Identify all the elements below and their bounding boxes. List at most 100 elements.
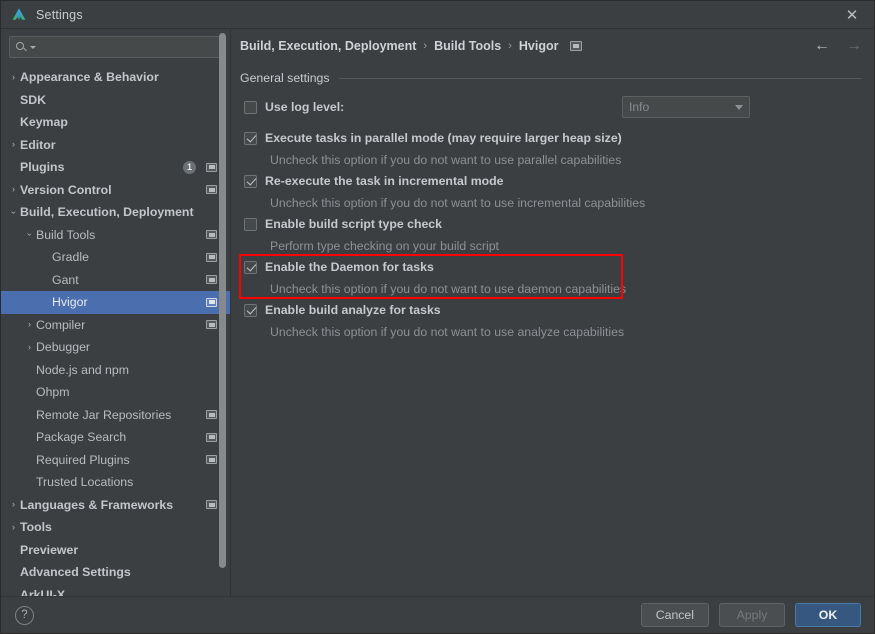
history-navigation: ← → xyxy=(814,29,862,63)
window-config-icon[interactable] xyxy=(206,320,217,329)
enable-build-script-type-check-checkbox[interactable] xyxy=(244,218,257,231)
sidebar-item-advanced-settings[interactable]: Advanced Settings xyxy=(1,561,230,584)
chevron-right-icon[interactable]: › xyxy=(7,185,20,194)
breadcrumb-item-0[interactable]: Build, Execution, Deployment xyxy=(240,39,416,53)
enable-the-daemon-for-tasks-checkbox[interactable] xyxy=(244,261,257,274)
breadcrumb-item-2[interactable]: Hvigor xyxy=(519,39,559,53)
search-box[interactable] xyxy=(9,36,222,58)
window-config-icon[interactable] xyxy=(206,230,217,239)
ok-button[interactable]: OK xyxy=(795,603,861,627)
sidebar-scrollbar[interactable] xyxy=(219,33,226,590)
sidebar-item-label: Remote Jar Repositories xyxy=(36,408,171,422)
option-enable-build-analyze-for-tasks[interactable]: Enable build analyze for tasks xyxy=(240,299,862,321)
sidebar-item-appearance-behavior[interactable]: ›Appearance & Behavior xyxy=(1,66,230,89)
sidebar-item-build-execution-deployment[interactable]: ›Build, Execution, Deployment xyxy=(1,201,230,224)
sidebar-item-node-js-and-npm[interactable]: Node.js and npm xyxy=(1,359,230,382)
window-config-icon[interactable] xyxy=(570,41,582,51)
option-hint: Uncheck this option if you do not want t… xyxy=(240,278,862,299)
chevron-right-icon[interactable]: › xyxy=(7,140,20,149)
use-log-level-checkbox[interactable] xyxy=(244,101,257,114)
sidebar-item-label: Previewer xyxy=(20,543,78,557)
sidebar-item-badge: 1 xyxy=(183,161,196,174)
window-config-icon[interactable] xyxy=(206,500,217,509)
sidebar-item-compiler[interactable]: ›Compiler xyxy=(1,314,230,337)
sidebar-item-build-tools[interactable]: ›Build Tools xyxy=(1,224,230,247)
sidebar-item-package-search[interactable]: Package Search xyxy=(1,426,230,449)
option-group: Enable build analyze for tasks Uncheck th… xyxy=(240,299,862,342)
sidebar-item-tools[interactable]: ›Tools xyxy=(1,516,230,539)
dialog-footer: ? Cancel Apply OK xyxy=(1,596,874,633)
sidebar-item-ohpm[interactable]: Ohpm xyxy=(1,381,230,404)
settings-tree: ›Appearance & BehaviorSDKKeymap›EditorPl… xyxy=(1,64,230,596)
re-execute-the-task-in-incremental-mode-checkbox[interactable] xyxy=(244,175,257,188)
option-enable-the-daemon-for-tasks[interactable]: Enable the Daemon for tasks xyxy=(240,256,862,278)
window-body: ›Appearance & BehaviorSDKKeymap›EditorPl… xyxy=(1,29,874,596)
breadcrumb-item-1[interactable]: Build Tools xyxy=(434,39,501,53)
sidebar-item-remote-jar-repositories[interactable]: Remote Jar Repositories xyxy=(1,404,230,427)
chevron-right-icon[interactable]: › xyxy=(7,73,20,82)
window-config-icon[interactable] xyxy=(206,298,217,307)
sidebar-item-required-plugins[interactable]: Required Plugins xyxy=(1,449,230,472)
breadcrumb-separator: › xyxy=(423,40,427,52)
sidebar-item-label: Keymap xyxy=(20,115,68,129)
log-level-value: Info xyxy=(629,100,735,114)
sidebar-item-trusted-locations[interactable]: Trusted Locations xyxy=(1,471,230,494)
sidebar-item-languages-frameworks[interactable]: ›Languages & Frameworks xyxy=(1,494,230,517)
option-re-execute-the-task-in-incremental-mode[interactable]: Re-execute the task in incremental mode xyxy=(240,170,862,192)
sidebar-item-label: Build Tools xyxy=(36,228,95,242)
sidebar-item-label: Appearance & Behavior xyxy=(20,70,159,84)
close-icon[interactable]: ✕ xyxy=(830,1,874,29)
sidebar-item-plugins[interactable]: Plugins1 xyxy=(1,156,230,179)
sidebar-item-sdk[interactable]: SDK xyxy=(1,89,230,112)
option-hint: Uncheck this option if you do not want t… xyxy=(240,149,862,170)
chevron-right-icon[interactable]: › xyxy=(23,343,36,352)
enable-build-analyze-for-tasks-checkbox[interactable] xyxy=(244,304,257,317)
option-label: Enable build analyze for tasks xyxy=(265,303,441,317)
execute-tasks-in-parallel-mode-may-require-larger-heap-size-checkbox[interactable] xyxy=(244,132,257,145)
sidebar-item-label: Required Plugins xyxy=(36,453,130,467)
window-config-icon[interactable] xyxy=(206,253,217,262)
option-label: Execute tasks in parallel mode (may requ… xyxy=(265,131,622,145)
settings-window: Settings ✕ ›Appearance & BehaviorSDKKeym… xyxy=(0,0,875,634)
option-hint: Perform type checking on your build scri… xyxy=(240,235,862,256)
sidebar-item-previewer[interactable]: Previewer xyxy=(1,539,230,562)
chevron-right-icon[interactable]: › xyxy=(23,320,36,329)
window-config-icon[interactable] xyxy=(206,275,217,284)
option-hint: Uncheck this option if you do not want t… xyxy=(240,321,862,342)
window-config-icon[interactable] xyxy=(206,410,217,419)
option-execute-tasks-in-parallel-mode-may-require-larger-heap-size[interactable]: Execute tasks in parallel mode (may requ… xyxy=(240,127,862,149)
window-config-icon[interactable] xyxy=(206,433,217,442)
log-level-select[interactable]: Info xyxy=(622,96,750,118)
sidebar-item-label: Gant xyxy=(52,273,79,287)
option-enable-build-script-type-check[interactable]: Enable build script type check xyxy=(240,213,862,235)
sidebar-item-editor[interactable]: ›Editor xyxy=(1,134,230,157)
window-config-icon[interactable] xyxy=(206,455,217,464)
deveco-logo-icon xyxy=(10,6,28,24)
option-use-log-level[interactable]: Use log level:Info xyxy=(240,96,862,118)
sidebar-item-label: Hvigor xyxy=(52,295,88,309)
chevron-right-icon[interactable]: › xyxy=(7,500,20,509)
chevron-down-icon[interactable]: › xyxy=(9,206,18,219)
sidebar-item-debugger[interactable]: ›Debugger xyxy=(1,336,230,359)
sidebar-item-version-control[interactable]: ›Version Control xyxy=(1,179,230,202)
window-config-icon[interactable] xyxy=(206,185,217,194)
help-icon[interactable]: ? xyxy=(15,606,34,625)
settings-main-panel: Build, Execution, Deployment › Build Too… xyxy=(231,29,874,596)
chevron-down-icon[interactable]: › xyxy=(25,228,34,241)
sidebar-item-gant[interactable]: Gant xyxy=(1,269,230,292)
sidebar-item-keymap[interactable]: Keymap xyxy=(1,111,230,134)
chevron-right-icon[interactable]: › xyxy=(7,523,20,532)
back-arrow-icon[interactable]: ← xyxy=(814,38,830,54)
sidebar-item-label: Editor xyxy=(20,138,56,152)
section-header: General settings xyxy=(240,71,862,85)
sidebar-item-arkui-x[interactable]: ArkUI-X xyxy=(1,584,230,597)
sidebar-scrollbar-thumb[interactable] xyxy=(219,33,226,568)
window-config-icon[interactable] xyxy=(206,163,217,172)
sidebar-item-label: SDK xyxy=(20,93,46,107)
sidebar-item-hvigor[interactable]: Hvigor xyxy=(1,291,230,314)
cancel-button[interactable]: Cancel xyxy=(641,603,709,627)
search-input[interactable] xyxy=(36,40,216,54)
sidebar-item-label: Ohpm xyxy=(36,385,70,399)
sidebar-item-gradle[interactable]: Gradle xyxy=(1,246,230,269)
sidebar-item-label: Gradle xyxy=(52,250,89,264)
